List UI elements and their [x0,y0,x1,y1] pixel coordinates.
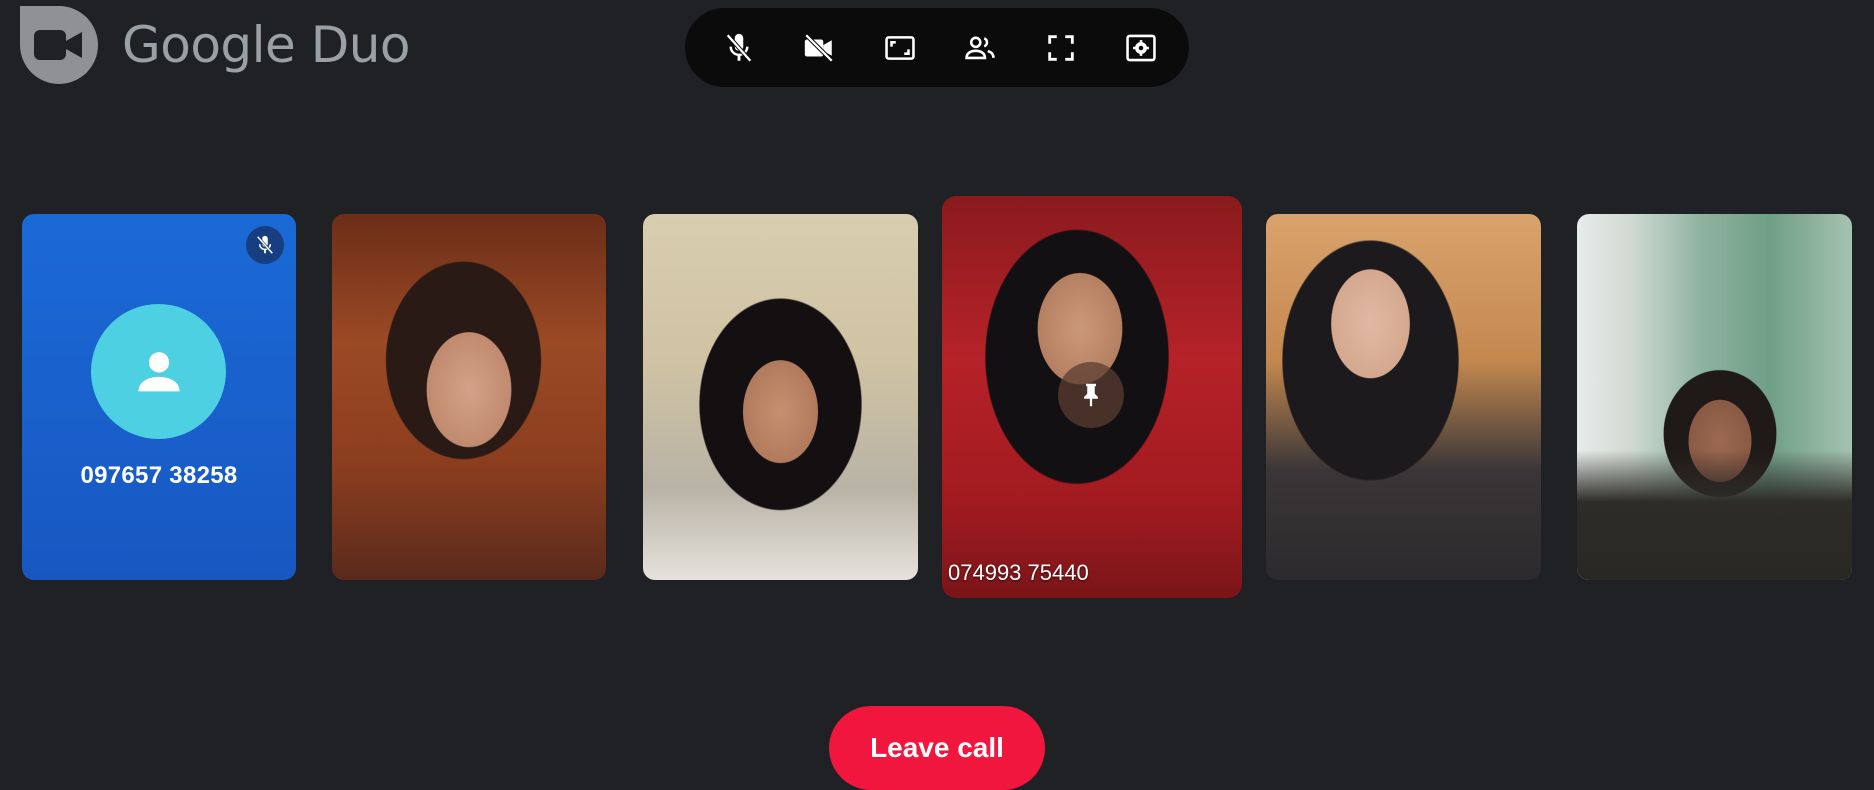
avatar [91,304,226,439]
leave-call-button[interactable]: Leave call [829,706,1045,790]
camera-off-button[interactable] [791,20,847,76]
layout-button[interactable] [872,20,928,76]
duo-camera-icon [20,6,98,84]
settings-button[interactable] [1113,20,1169,76]
video-off-icon [805,33,834,62]
call-toolbar [685,8,1189,87]
participant-video-tile[interactable] [643,214,918,580]
app-title: Google Duo [122,16,411,74]
participant-video-tile[interactable] [332,214,606,580]
people-icon [965,36,995,59]
duo-call-screen: Google Duo 097657 38258 074993 75440 Lea… [0,0,1874,790]
aspect-ratio-icon [885,35,915,60]
pin-button[interactable] [1058,362,1124,428]
participant-phone-number: 074993 75440 [948,560,1089,585]
mute-mic-button[interactable] [711,20,767,76]
participant-video-tile-hovered[interactable]: 074993 75440 [942,196,1242,598]
participant-video-tile[interactable] [1266,214,1541,580]
self-video-tile[interactable]: 097657 38258 [22,214,296,580]
muted-mic-icon [246,226,284,264]
pin-icon [1084,383,1098,407]
settings-icon [1126,34,1156,61]
app-logo: Google Duo [20,6,411,84]
mic-off-icon [726,33,752,62]
fullscreen-icon [1047,34,1074,61]
fullscreen-button[interactable] [1033,20,1089,76]
self-phone-number: 097657 38258 [80,462,238,489]
participants-button[interactable] [952,20,1008,76]
participant-video-tile[interactable] [1577,214,1852,580]
person-icon [137,351,180,391]
